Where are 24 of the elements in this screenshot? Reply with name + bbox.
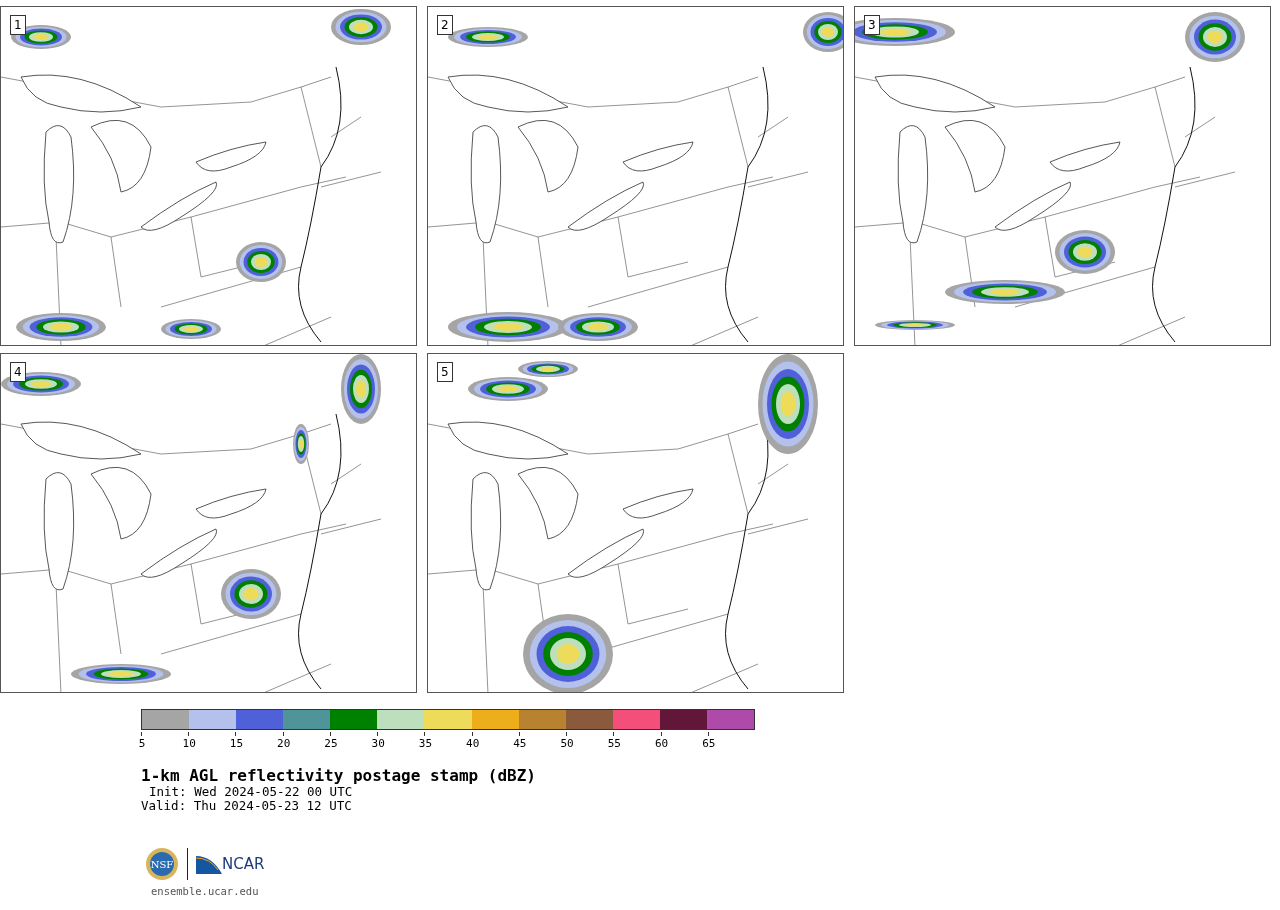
tick-label: 15 — [229, 737, 244, 750]
tick-label: 10 — [182, 737, 196, 750]
chart-title: 1-km AGL reflectivity postage stamp (dBZ) — [141, 766, 537, 785]
tick-label: 30 — [371, 737, 385, 750]
tick-label: 40 — [466, 737, 480, 750]
tick-label: 50 — [560, 737, 574, 750]
tick-label: 55 — [607, 737, 621, 750]
site-address: ensemble.ucar.edu — [151, 885, 260, 897]
ncar-logo: NCAR — [196, 854, 265, 874]
panel-number: 3 — [864, 15, 880, 35]
tick-label: 25 — [324, 737, 338, 750]
tick-label: 60 — [654, 737, 669, 750]
init-time: Init: Wed 2024-05-22 00 UTC — [148, 785, 354, 799]
nsf-logo: NSF — [145, 847, 179, 881]
tick-label: 5 — [138, 737, 146, 750]
panel-number: 4 — [10, 362, 26, 382]
tick-label: 35 — [418, 737, 433, 750]
panel-number: 5 — [437, 362, 453, 382]
tick-label: 65 — [702, 737, 716, 750]
panel-number: 2 — [437, 15, 453, 35]
tick-label: 45 — [513, 737, 527, 750]
tick-label: 20 — [277, 737, 291, 750]
panel-number: 1 — [10, 15, 26, 35]
valid-time: Valid: Thu 2024-05-23 12 UTC — [141, 799, 353, 813]
